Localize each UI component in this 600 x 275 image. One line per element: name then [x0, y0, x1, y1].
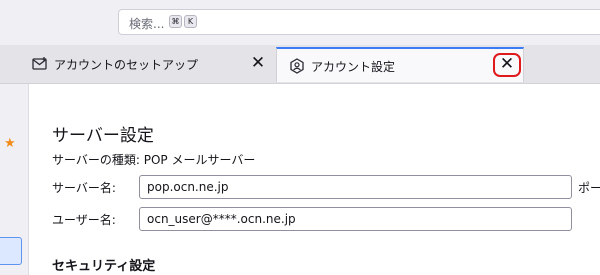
close-tab-account-setup-button[interactable]: ✕: [248, 53, 268, 73]
username-input[interactable]: ocn_user@****.ocn.ne.jp: [139, 207, 572, 231]
command-key-badge: ⌘: [169, 15, 182, 28]
sidebar-selected-item[interactable]: [0, 237, 22, 265]
port-label: ポー: [578, 181, 600, 195]
close-tab-account-settings-button[interactable]: ✕: [493, 53, 521, 77]
server-type-text: サーバーの種類: POP メールサーバー: [52, 153, 256, 167]
tab-account-setup-label: アカウントのセットアップ: [54, 58, 199, 72]
tab-account-settings-label: アカウント設定: [311, 60, 396, 74]
server-name-input[interactable]: pop.ocn.ne.jp: [139, 175, 572, 199]
security-settings-heading: セキュリティ設定: [52, 259, 156, 274]
spaces-sidebar: ★: [0, 84, 29, 275]
app-window: 検索... ⌘ K アカウントのセットアップ ✕ アカウント設定 ✕ ★ サーバ…: [0, 0, 600, 275]
account-settings-icon: [289, 58, 305, 74]
k-key-badge: K: [184, 15, 197, 28]
search-placeholder: 検索...: [129, 17, 165, 31]
top-toolbar: 検索... ⌘ K: [0, 0, 600, 45]
account-setup-icon: [32, 56, 48, 72]
account-settings-content: サーバー設定 サーバーの種類: POP メールサーバー サーバー名: pop.o…: [29, 84, 600, 275]
tab-account-settings[interactable]: アカウント設定 ✕: [276, 47, 524, 82]
search-field[interactable]: 検索... ⌘ K: [118, 9, 600, 35]
star-icon[interactable]: ★: [4, 136, 16, 151]
server-settings-heading: サーバー設定: [52, 126, 154, 146]
server-name-label: サーバー名:: [52, 181, 116, 195]
tab-account-setup[interactable]: アカウントのセットアップ ✕: [20, 47, 268, 81]
username-label: ユーザー名:: [52, 213, 116, 227]
tab-strip: アカウントのセットアップ ✕ アカウント設定 ✕: [0, 45, 600, 84]
